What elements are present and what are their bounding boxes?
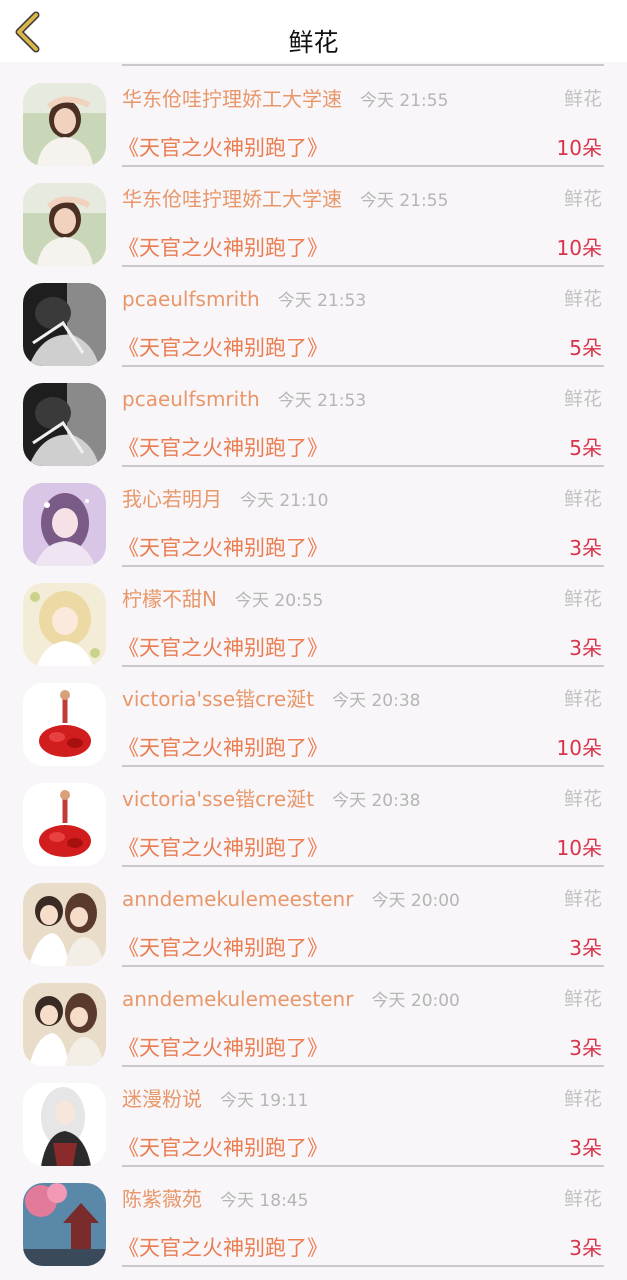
gift-amount: 10朵 (556, 736, 602, 760)
list-item[interactable]: 我心若明月 今天 21:10 鲜花 《天官之火神别跑了》 3朵 (0, 480, 627, 580)
avatar[interactable] (23, 783, 106, 866)
list-item[interactable]: victoria'sse锴cre涎t 今天 20:38 鲜花 《天官之火神别跑了》… (0, 680, 627, 780)
avatar[interactable] (23, 883, 106, 966)
user-name: 柠檬不甜N 今天 20:55 (122, 586, 323, 614)
user-name: 华东伧哇拧理娇工大学速 今天 21:55 (122, 86, 448, 114)
avatar[interactable] (23, 1183, 106, 1266)
gift-type: 鲜花 (563, 1188, 602, 1210)
gift-amount: 5朵 (569, 336, 602, 360)
user-name: pcaeulfsmrith 今天 21:53 (122, 386, 366, 414)
divider (122, 465, 604, 467)
book-title[interactable]: 《天官之火神别跑了》 (118, 434, 328, 462)
gift-amount: 3朵 (569, 936, 602, 960)
user-name: 陈紫薇苑 今天 18:45 (122, 1186, 308, 1214)
gift-amount: 5朵 (569, 436, 602, 460)
book-title[interactable]: 《天官之火神别跑了》 (118, 634, 328, 662)
timestamp: 今天 20:38 (332, 791, 421, 811)
gift-type: 鲜花 (563, 488, 602, 510)
book-title[interactable]: 《天官之火神别跑了》 (118, 234, 328, 262)
timestamp: 今天 18:45 (220, 1191, 309, 1211)
gift-type: 鲜花 (563, 988, 602, 1010)
book-title[interactable]: 《天官之火神别跑了》 (118, 934, 328, 962)
gift-type: 鲜花 (563, 188, 602, 210)
timestamp: 今天 21:53 (277, 391, 367, 411)
divider (122, 665, 604, 667)
avatar[interactable] (23, 183, 106, 266)
avatar[interactable] (23, 983, 106, 1066)
divider (122, 365, 604, 367)
timestamp: 今天 20:00 (371, 991, 460, 1011)
divider (122, 64, 604, 66)
page-title: 鲜花 (288, 28, 339, 57)
divider (122, 1265, 604, 1267)
user-name: 华东伧哇拧理娇工大学速 今天 21:55 (122, 186, 448, 214)
gift-amount: 10朵 (556, 836, 602, 860)
user-name: victoria'sse锴cre涎t 今天 20:38 (122, 786, 420, 814)
list-item[interactable]: pcaeulfsmrith 今天 21:53 鲜花 《天官之火神别跑了》 5朵 (0, 380, 627, 480)
book-title[interactable]: 《天官之火神别跑了》 (118, 334, 328, 362)
list-item[interactable]: 华东伧哇拧理娇工大学速 今天 21:55 鲜花 《天官之火神别跑了》 10朵 (0, 180, 627, 280)
list-item[interactable]: 陈紫薇苑 今天 18:45 鲜花 《天官之火神别跑了》 3朵 (0, 1180, 627, 1280)
avatar[interactable] (23, 1083, 106, 1166)
list-item[interactable]: anndemekulemeestenr 今天 20:00 鲜花 《天官之火神别跑了… (0, 980, 627, 1080)
list-item[interactable]: 柠檬不甜N 今天 20:55 鲜花 《天官之火神别跑了》 3朵 (0, 580, 627, 680)
book-title[interactable]: 《天官之火神别跑了》 (118, 134, 328, 162)
user-name: anndemekulemeestenr 今天 20:00 (122, 986, 460, 1014)
gift-amount: 3朵 (569, 636, 602, 660)
book-title[interactable]: 《天官之火神别跑了》 (118, 734, 328, 762)
avatar[interactable] (23, 683, 106, 766)
gift-type: 鲜花 (563, 88, 602, 110)
divider (122, 565, 604, 567)
book-title[interactable]: 《天官之火神别跑了》 (118, 1234, 328, 1262)
divider (122, 965, 604, 967)
avatar[interactable] (23, 83, 106, 166)
nav-bar: 鲜花 (0, 0, 627, 62)
gift-type: 鲜花 (563, 688, 602, 710)
divider (122, 165, 604, 167)
timestamp: 今天 19:11 (220, 1091, 309, 1111)
avatar[interactable] (23, 483, 106, 566)
gift-type: 鲜花 (563, 588, 602, 610)
list-item[interactable]: anndemekulemeestenr 今天 20:00 鲜花 《天官之火神别跑了… (0, 880, 627, 980)
timestamp: 今天 20:55 (234, 591, 324, 611)
gift-type: 鲜花 (563, 788, 602, 810)
gift-type: 鲜花 (563, 1088, 602, 1110)
divider (122, 265, 604, 267)
book-title[interactable]: 《天官之火神别跑了》 (118, 834, 328, 862)
list-item[interactable]: pcaeulfsmrith 今天 21:53 鲜花 《天官之火神别跑了》 5朵 (0, 280, 627, 380)
divider (122, 1165, 604, 1167)
gift-type: 鲜花 (563, 388, 602, 410)
gift-amount: 3朵 (569, 536, 602, 560)
divider (122, 865, 604, 867)
gift-amount: 10朵 (556, 136, 602, 160)
list-item[interactable]: 迷漫粉说 今天 19:11 鲜花 《天官之火神别跑了》 3朵 (0, 1080, 627, 1180)
timestamp: 今天 21:53 (277, 291, 367, 311)
gift-type: 鲜花 (563, 288, 602, 310)
avatar[interactable] (23, 283, 106, 366)
timestamp: 今天 21:10 (240, 491, 329, 511)
timestamp: 今天 21:55 (360, 191, 449, 211)
divider (122, 1065, 604, 1067)
list-item[interactable]: 华东伧哇拧理娇工大学速 今天 21:55 鲜花 《天官之火神别跑了》 10朵 (0, 80, 627, 180)
avatar[interactable] (23, 583, 106, 666)
user-name: 我心若明月 今天 21:10 (122, 486, 328, 514)
avatar[interactable] (23, 383, 106, 466)
timestamp: 今天 20:00 (371, 891, 460, 911)
book-title[interactable]: 《天官之火神别跑了》 (118, 1134, 328, 1162)
list-item[interactable]: victoria'sse锴cre涎t 今天 20:38 鲜花 《天官之火神别跑了》… (0, 780, 627, 880)
user-name: anndemekulemeestenr 今天 20:00 (122, 886, 460, 914)
book-title[interactable]: 《天官之火神别跑了》 (118, 1034, 328, 1062)
timestamp: 今天 21:55 (360, 91, 449, 111)
user-name: victoria'sse锴cre涎t 今天 20:38 (122, 686, 420, 714)
timestamp: 今天 20:38 (332, 691, 421, 711)
gift-amount: 10朵 (556, 236, 602, 260)
gift-amount: 3朵 (569, 1136, 602, 1160)
user-name: 迷漫粉说 今天 19:11 (122, 1086, 308, 1114)
book-title[interactable]: 《天官之火神别跑了》 (118, 534, 328, 562)
gift-type: 鲜花 (563, 888, 602, 910)
gift-amount: 3朵 (569, 1036, 602, 1060)
gift-amount: 3朵 (569, 1236, 602, 1260)
divider (122, 765, 604, 767)
user-name: pcaeulfsmrith 今天 21:53 (122, 286, 366, 314)
